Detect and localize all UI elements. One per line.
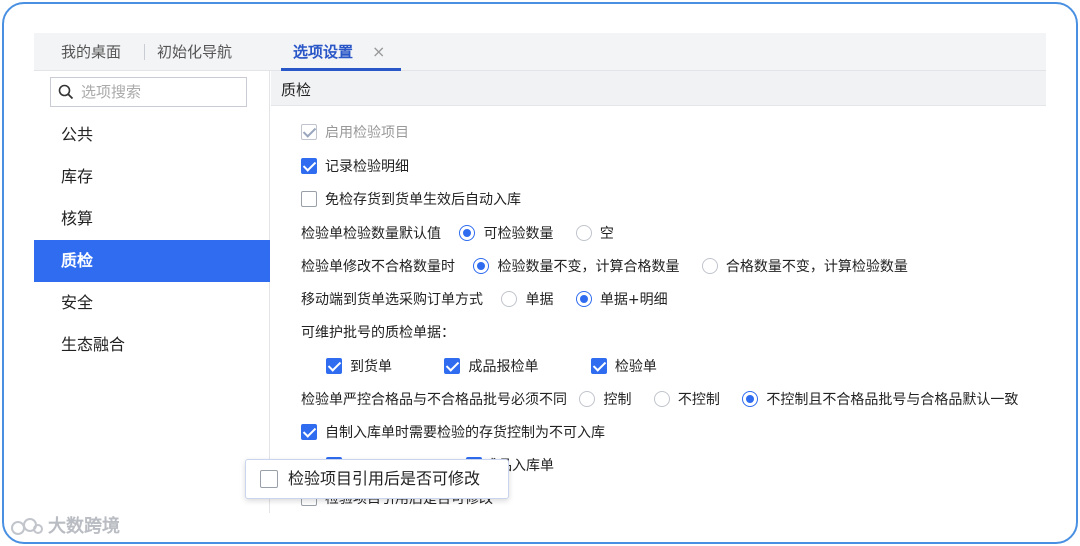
popup-checkbox[interactable] bbox=[260, 469, 278, 488]
watermark-logo: 大数跨境 bbox=[10, 512, 120, 538]
checkbox-label: 检验单 bbox=[614, 359, 657, 375]
radio-button[interactable] bbox=[459, 225, 476, 241]
tab-init-nav[interactable]: 初始化导航 bbox=[157, 33, 232, 71]
logo-text: 大数跨境 bbox=[48, 516, 120, 537]
sidebar-item-inventory[interactable]: 库存 bbox=[34, 156, 270, 198]
sidebar-item-quality[interactable]: 质检 bbox=[34, 240, 270, 282]
radio-label: 不控制 bbox=[677, 392, 720, 408]
option-batch-docs-label: 可维护批号的质检单据： bbox=[301, 325, 455, 341]
option-label: 移动端到货单选采购订单方式 bbox=[301, 292, 483, 308]
options-panel: 质检 启用检验项目 记录检验明细 免检存货到货单生效后自动入库 检验单检验数量默… bbox=[271, 71, 1046, 513]
option-label: 免检存货到货单生效后自动入库 bbox=[325, 192, 521, 208]
radio-option[interactable]: 合格数量不变，计算检验数量 bbox=[701, 257, 908, 277]
checkbox[interactable] bbox=[444, 358, 461, 374]
checkbox-label: 成品报检单 bbox=[468, 359, 539, 375]
search-box[interactable] bbox=[50, 77, 247, 107]
option-auto-stock-in: 免检存货到货单生效后自动入库 bbox=[301, 190, 521, 210]
radio-option[interactable]: 不控制且不合格品批号与合格品默认一致 bbox=[742, 390, 1018, 410]
batch-doc-item[interactable]: 检验单 bbox=[590, 357, 657, 377]
section-title: 质检 bbox=[281, 81, 312, 99]
sidebar-item-public[interactable]: 公共 bbox=[34, 114, 270, 156]
radio-option[interactable]: 可检验数量 bbox=[459, 224, 553, 244]
option-self-made-control: 自制入库单时需要检验的存货控制为不可入库 bbox=[301, 423, 605, 443]
checkbox[interactable] bbox=[590, 358, 607, 374]
radio-option[interactable]: 检验数量不变，计算合格数量 bbox=[473, 257, 679, 277]
enable-inspection-items-checkbox bbox=[301, 124, 317, 140]
radio-option[interactable]: 单据 bbox=[501, 290, 553, 310]
batch-doc-item[interactable]: 成品报检单 bbox=[444, 357, 538, 377]
option-batch-control: 检验单严控合格品与不合格品批号必须不同 控制 不控制 不控制且不合格品批号与合格… bbox=[301, 390, 1018, 410]
radio-label: 可检验数量 bbox=[483, 226, 554, 242]
self-made-control-checkbox[interactable] bbox=[301, 424, 317, 440]
tab-my-desktop[interactable]: 我的桌面 bbox=[61, 33, 121, 71]
radio-label: 单据+明细 bbox=[599, 292, 668, 308]
radio-button[interactable] bbox=[501, 291, 518, 307]
radio-label: 合格数量不变，计算检验数量 bbox=[725, 259, 908, 275]
option-label: 检验单修改不合格数量时 bbox=[301, 259, 455, 275]
option-modify-unqualified: 检验单修改不合格数量时 检验数量不变，计算合格数量 合格数量不变，计算检验数量 bbox=[301, 257, 908, 277]
radio-option[interactable]: 空 bbox=[575, 224, 614, 244]
section-header: 质检 bbox=[271, 71, 1046, 106]
radio-button[interactable] bbox=[575, 225, 592, 241]
option-default-qty: 检验单检验数量默认值 可检验数量 空 bbox=[301, 224, 614, 244]
logo-icon bbox=[11, 518, 43, 535]
radio-button[interactable] bbox=[742, 391, 759, 407]
option-label: 启用检验项目 bbox=[325, 125, 409, 141]
option-mobile-po-mode: 移动端到货单选采购订单方式 单据 单据+明细 bbox=[301, 290, 668, 310]
radio-label: 不控制且不合格品批号与合格品默认一致 bbox=[766, 392, 1019, 408]
checkbox-label: 到货单 bbox=[350, 359, 392, 375]
tooltip-popup[interactable]: 检验项目引用后是否可修改 bbox=[245, 459, 509, 499]
sidebar: 公共 库存 核算 质检 安全 生态融合 bbox=[34, 71, 270, 513]
option-label: 检验单严控合格品与不合格品批号必须不同 bbox=[301, 392, 567, 408]
tab-bar: 我的桌面 初始化导航 选项设置 × bbox=[34, 33, 1046, 71]
sidebar-item-ecosystem[interactable]: 生态融合 bbox=[34, 324, 270, 366]
option-record-inspection-detail: 记录检验明细 bbox=[301, 157, 409, 177]
option-batch-docs: 到货单 成品报检单 检验单 bbox=[326, 357, 657, 377]
tab-options-label: 选项设置 bbox=[293, 43, 354, 61]
option-label: 记录检验明细 bbox=[325, 159, 409, 175]
record-inspection-detail-checkbox[interactable] bbox=[301, 158, 317, 174]
batch-doc-item[interactable]: 到货单 bbox=[326, 357, 392, 377]
close-icon[interactable]: × bbox=[372, 33, 385, 71]
options-app: 我的桌面 初始化导航 选项设置 × 公共 库存 核算 质检 安全 生态融合 质检 bbox=[34, 33, 1046, 513]
radio-button[interactable] bbox=[701, 258, 718, 274]
option-enable-inspection-items: 启用检验项目 bbox=[301, 123, 409, 143]
radio-button[interactable] bbox=[653, 391, 670, 407]
sidebar-item-accounting[interactable]: 核算 bbox=[34, 198, 270, 240]
radio-option[interactable]: 单据+明细 bbox=[575, 290, 668, 310]
radio-button[interactable] bbox=[575, 291, 592, 307]
option-label: 自制入库单时需要检验的存货控制为不可入库 bbox=[325, 425, 605, 441]
radio-label: 控制 bbox=[603, 392, 632, 408]
tab-divider bbox=[144, 44, 145, 60]
radio-button[interactable] bbox=[579, 391, 596, 407]
sidebar-nav: 公共 库存 核算 质检 安全 生态融合 bbox=[34, 114, 270, 366]
radio-button[interactable] bbox=[473, 258, 490, 274]
search-input[interactable] bbox=[81, 81, 241, 103]
radio-option[interactable]: 不控制 bbox=[653, 390, 720, 410]
sidebar-item-security[interactable]: 安全 bbox=[34, 282, 270, 324]
radio-option[interactable]: 控制 bbox=[579, 390, 631, 410]
popup-label: 检验项目引用后是否可修改 bbox=[288, 469, 481, 488]
checkbox[interactable] bbox=[326, 358, 342, 374]
option-label: 检验单检验数量默认值 bbox=[301, 226, 441, 242]
radio-label: 单据 bbox=[525, 292, 554, 308]
search-icon bbox=[58, 84, 74, 100]
auto-stock-in-checkbox[interactable] bbox=[301, 191, 317, 207]
tab-options-settings[interactable]: 选项设置 × bbox=[281, 33, 401, 71]
radio-label: 空 bbox=[599, 226, 614, 242]
radio-label: 检验数量不变，计算合格数量 bbox=[497, 259, 680, 275]
